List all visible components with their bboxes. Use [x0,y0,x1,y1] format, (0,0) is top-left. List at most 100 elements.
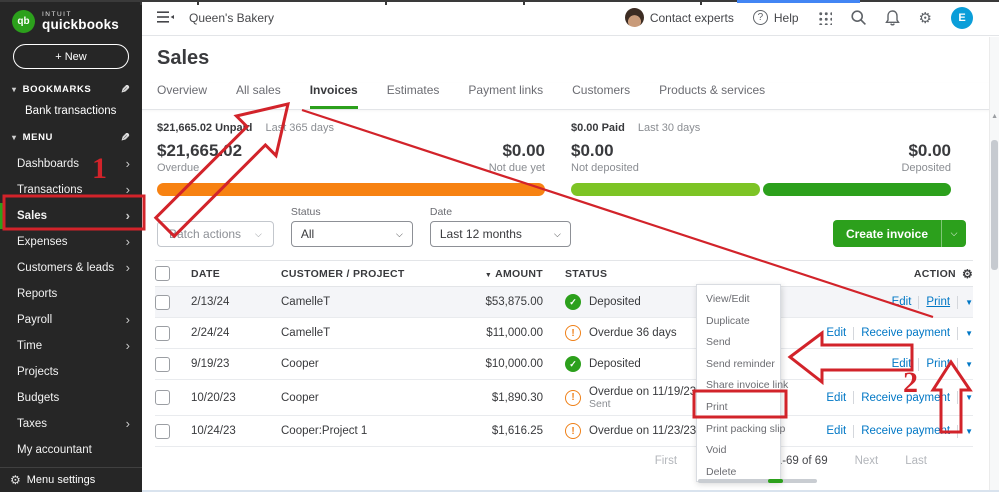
hamburger-icon[interactable] [157,11,174,24]
help-button[interactable]: ? Help [752,10,799,25]
company-name[interactable]: Queen's Bakery [189,11,274,25]
edit-link[interactable]: Edit [826,392,846,404]
row-checkbox[interactable] [155,294,170,310]
new-button[interactable]: + New [13,44,129,69]
scroll-up-icon[interactable]: ▲ [991,113,998,120]
vertical-scrollbar[interactable]: ▲ [989,37,999,492]
browser-tick [700,0,702,5]
bookmarks-header[interactable]: ▾ BOOKMARKS ✎ [0,83,142,96]
deposited-amount: $0.00 [908,141,951,160]
menu-item-send-reminder[interactable]: Send reminder [697,354,780,376]
sidebar-item-expenses[interactable]: Expenses › [0,229,142,255]
sidebar-item-customers-leads[interactable]: Customers & leads › [0,255,142,281]
row-checkbox[interactable] [155,390,170,405]
row-checkbox[interactable] [155,356,170,372]
sidebar-item-time[interactable]: Time › [0,333,142,359]
paid-panel: $0.00 Paid Last 30 days $0.00 Not deposi… [571,122,951,196]
sidebar-item-my-accountant[interactable]: My accountant [0,437,142,463]
sidebar-item-bank-transactions[interactable]: Bank transactions [0,96,142,117]
menu-item-print-packing-slip[interactable]: Print packing slip [697,419,785,441]
sort-desc-icon: ▼ [484,271,493,279]
menu-item-duplicate[interactable]: Duplicate [697,311,780,333]
scrollbar-thumb[interactable] [991,140,998,270]
pagination-last[interactable]: Last [905,455,927,467]
create-invoice-dropdown[interactable]: ⌵ [941,220,966,247]
contact-experts-button[interactable]: Contact experts [624,8,734,27]
date-filter-select[interactable]: Last 12 months ⌵ [429,221,571,247]
batch-actions-button[interactable]: Batch actions ⌵ [157,221,274,247]
menu-item-void[interactable]: Void [697,440,780,462]
edit-link[interactable]: Edit [892,358,912,370]
menu-settings[interactable]: ⚙ Menu settings [0,467,142,492]
search-icon[interactable] [850,10,866,25]
row-action-dropdown-icon[interactable]: ▼ [965,360,973,369]
column-status[interactable]: STATUS [543,268,783,280]
table-row[interactable]: 2/13/24 CamelleT $53,875.00 ✓ Deposited E… [155,287,973,318]
pencil-icon[interactable]: ✎ [120,131,130,144]
status-text: Overdue on 11/23/23 [589,425,697,437]
edit-link[interactable]: Edit [826,425,846,437]
sidebar-item-budgets[interactable]: Budgets [0,385,142,411]
status-filter-select[interactable]: All ⌵ [290,221,413,247]
menu-item-print[interactable]: Print [697,397,780,419]
select-all-checkbox[interactable] [155,266,170,281]
sidebar-item-payroll[interactable]: Payroll › [0,307,142,333]
tab-estimates[interactable]: Estimates [387,83,440,109]
menu-item-view-edit[interactable]: View/Edit [697,289,780,311]
create-invoice-button[interactable]: Create invoice [832,220,941,247]
sidebar-item-sales[interactable]: Sales › [0,203,142,229]
print-link[interactable]: Print [926,296,950,308]
bell-icon[interactable] [884,9,900,26]
column-amount[interactable]: ▼ AMOUNT [429,268,543,280]
horizontal-scrollbar[interactable] [698,479,817,483]
sidebar-item-transactions[interactable]: Transactions › [0,177,142,203]
print-link[interactable]: Print [926,358,950,370]
sidebar-item-dashboards[interactable]: Dashboards › [0,151,142,177]
not-deposited-bar[interactable] [571,183,760,196]
pagination-next[interactable]: Next [855,455,879,467]
pencil-icon[interactable]: ✎ [120,83,130,96]
table-row[interactable]: 2/24/24 CamelleT $11,000.00 ! Overdue 36 … [155,318,973,349]
receive-payment-link[interactable]: Receive payment [861,425,950,437]
overdue-alert-icon: ! [565,423,581,439]
column-customer[interactable]: CUSTOMER / PROJECT [281,268,429,280]
menu-item-share-invoice-link[interactable]: Share invoice link [697,375,788,397]
receive-payment-link[interactable]: Receive payment [861,327,950,339]
not-due-amount: $0.00 [502,141,545,160]
table-settings-gear-icon[interactable]: ⚙ [962,267,973,281]
tab-payment-links[interactable]: Payment links [468,83,543,109]
tab-overview[interactable]: Overview [157,83,207,109]
tab-products-services[interactable]: Products & services [659,83,765,109]
receive-payment-link[interactable]: Receive payment [861,392,950,404]
row-action-dropdown-icon[interactable]: ▼ [965,329,973,338]
sidebar-item-projects[interactable]: Projects [0,359,142,385]
not-deposited-amount: $0.00 [571,141,614,160]
row-checkbox[interactable] [155,423,170,439]
help-icon: ? [752,10,768,25]
sidebar-item-taxes[interactable]: Taxes › [0,411,142,437]
row-action-dropdown-icon[interactable]: ▼ [965,393,973,402]
edit-link[interactable]: Edit [892,296,912,308]
tab-customers[interactable]: Customers [572,83,630,109]
chevron-down-icon: ⌵ [554,228,561,239]
pagination-first[interactable]: First [655,455,677,467]
row-checkbox[interactable] [155,325,170,341]
tab-all-sales[interactable]: All sales [236,83,281,109]
row-action-dropdown-icon[interactable]: ▼ [965,427,973,436]
sidebar-item-reports[interactable]: Reports [0,281,142,307]
row-action-dropdown-icon[interactable]: ▼ [965,298,973,307]
grid-icon[interactable] [817,10,832,25]
menu-item-send[interactable]: Send [697,332,780,354]
gear-icon[interactable]: ⚙ [919,9,932,27]
user-avatar[interactable]: E [951,6,973,29]
table-row[interactable]: 10/24/23 Cooper:Project 1 $1,616.25 ! Ove… [155,416,973,447]
column-date[interactable]: DATE [191,268,281,280]
edit-link[interactable]: Edit [826,327,846,339]
table-row[interactable]: 9/19/23 Cooper $10,000.00 ✓ Deposited Edi… [155,349,973,380]
menu-header[interactable]: ▾ MENU ✎ [0,131,142,144]
table-header: DATE CUSTOMER / PROJECT ▼ AMOUNT STATUS A… [155,260,973,287]
tab-invoices[interactable]: Invoices [309,83,358,109]
overdue-bar[interactable] [157,183,545,196]
deposited-bar[interactable] [762,183,951,196]
table-row[interactable]: 10/20/23 Cooper $1,890.30 ! Overdue on 1… [155,380,973,416]
